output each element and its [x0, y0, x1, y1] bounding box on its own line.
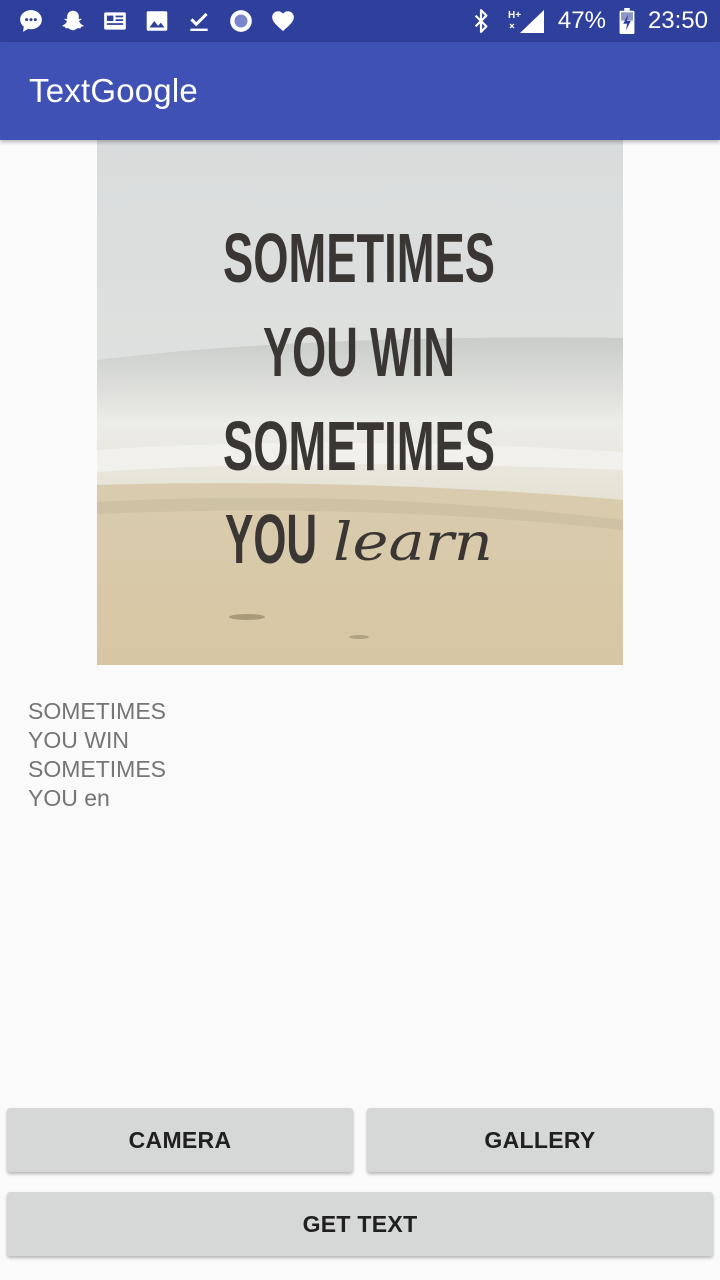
battery-percent: 47% — [557, 7, 606, 34]
app-bar: TextGoogle — [0, 42, 720, 140]
image-icon — [144, 8, 170, 34]
camera-button[interactable]: CAMERA — [7, 1108, 353, 1172]
heart-icon — [270, 8, 296, 34]
battery-charging-icon — [618, 8, 636, 34]
recognized-line-4: YOU en — [28, 785, 110, 811]
app-title: TextGoogle — [29, 72, 198, 109]
download-done-icon — [186, 8, 212, 34]
recognized-line-2: YOU WIN — [28, 727, 129, 753]
chat-bubble-icon — [18, 8, 44, 34]
photo-line-2: YOU WIN — [263, 313, 455, 391]
signal-icon: H+ — [506, 8, 546, 34]
snapchat-ghost-icon — [60, 8, 86, 34]
beach-quote-image: SOMETIMES YOU WIN SOMETIMES YOU learn — [97, 140, 623, 665]
photo-line-1: SOMETIMES — [223, 219, 495, 297]
get-text-button[interactable]: GET TEXT — [7, 1192, 713, 1256]
clock: 23:50 — [647, 7, 708, 34]
recognized-line-3: SOMETIMES — [28, 756, 167, 782]
bluetooth-icon — [468, 8, 494, 34]
photo-line-3: SOMETIMES — [223, 407, 495, 485]
photo-script-word: learn — [333, 513, 493, 573]
photo-line-4: YOU — [225, 500, 317, 578]
recognized-text: SOMETIMES YOU WIN SOMETIMES YOU en — [28, 697, 688, 813]
selected-photo: SOMETIMES YOU WIN SOMETIMES YOU learn — [97, 140, 623, 665]
network-type-label: H+ — [508, 10, 521, 21]
gallery-button[interactable]: GALLERY — [367, 1108, 713, 1172]
notification-icons — [18, 8, 468, 34]
circle-record-icon — [228, 8, 254, 34]
news-icon — [102, 8, 128, 34]
status-bar: H+ 47% 23:50 — [0, 0, 720, 42]
recognized-line-1: SOMETIMES — [28, 698, 167, 724]
system-status: H+ 47% 23:50 — [468, 8, 708, 34]
